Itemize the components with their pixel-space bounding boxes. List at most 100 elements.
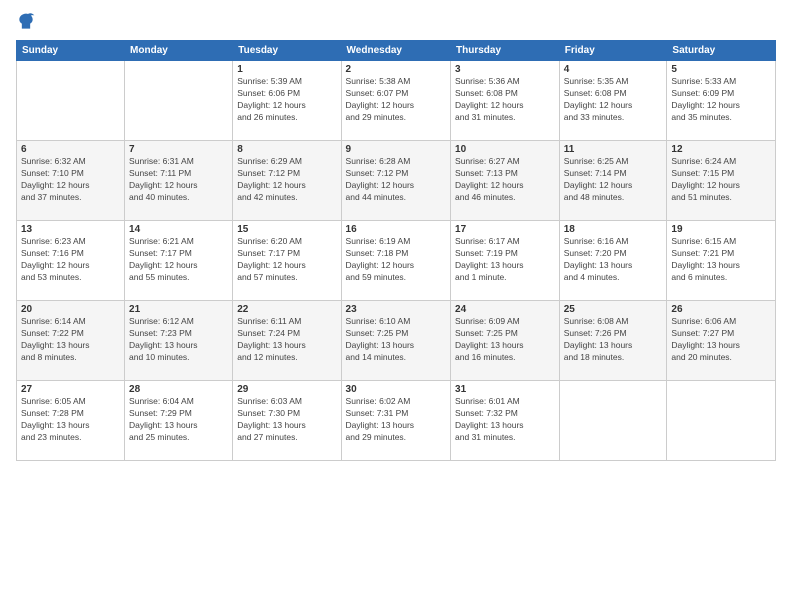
calendar-cell: 2Sunrise: 5:38 AM Sunset: 6:07 PM Daylig… [341,61,450,141]
day-number: 25 [564,304,663,315]
day-number: 5 [671,64,771,75]
day-number: 12 [671,144,771,155]
calendar-cell: 29Sunrise: 6:03 AM Sunset: 7:30 PM Dayli… [233,381,341,461]
calendar-cell: 4Sunrise: 5:35 AM Sunset: 6:08 PM Daylig… [559,61,667,141]
day-detail: Sunrise: 6:02 AM Sunset: 7:31 PM Dayligh… [346,396,446,444]
calendar-cell: 12Sunrise: 6:24 AM Sunset: 7:15 PM Dayli… [667,141,776,221]
day-detail: Sunrise: 6:01 AM Sunset: 7:32 PM Dayligh… [455,396,555,444]
calendar-cell: 16Sunrise: 6:19 AM Sunset: 7:18 PM Dayli… [341,221,450,301]
weekday-header-friday: Friday [559,41,667,61]
day-detail: Sunrise: 6:15 AM Sunset: 7:21 PM Dayligh… [671,236,771,284]
day-detail: Sunrise: 5:35 AM Sunset: 6:08 PM Dayligh… [564,76,663,124]
weekday-header-saturday: Saturday [667,41,776,61]
day-number: 14 [129,224,228,235]
calendar-cell: 18Sunrise: 6:16 AM Sunset: 7:20 PM Dayli… [559,221,667,301]
day-number: 23 [346,304,446,315]
calendar-cell: 10Sunrise: 6:27 AM Sunset: 7:13 PM Dayli… [451,141,560,221]
calendar-cell: 23Sunrise: 6:10 AM Sunset: 7:25 PM Dayli… [341,301,450,381]
calendar-week-row: 20Sunrise: 6:14 AM Sunset: 7:22 PM Dayli… [17,301,776,381]
day-number: 16 [346,224,446,235]
calendar-week-row: 1Sunrise: 5:39 AM Sunset: 6:06 PM Daylig… [17,61,776,141]
weekday-header-thursday: Thursday [451,41,560,61]
calendar-cell: 15Sunrise: 6:20 AM Sunset: 7:17 PM Dayli… [233,221,341,301]
day-detail: Sunrise: 6:27 AM Sunset: 7:13 PM Dayligh… [455,156,555,204]
weekday-header-tuesday: Tuesday [233,41,341,61]
day-number: 10 [455,144,555,155]
day-detail: Sunrise: 6:05 AM Sunset: 7:28 PM Dayligh… [21,396,120,444]
day-detail: Sunrise: 6:08 AM Sunset: 7:26 PM Dayligh… [564,316,663,364]
calendar-cell: 26Sunrise: 6:06 AM Sunset: 7:27 PM Dayli… [667,301,776,381]
day-detail: Sunrise: 6:21 AM Sunset: 7:17 PM Dayligh… [129,236,228,284]
calendar-cell: 11Sunrise: 6:25 AM Sunset: 7:14 PM Dayli… [559,141,667,221]
day-number: 13 [21,224,120,235]
calendar-cell: 14Sunrise: 6:21 AM Sunset: 7:17 PM Dayli… [125,221,233,301]
day-detail: Sunrise: 6:03 AM Sunset: 7:30 PM Dayligh… [237,396,336,444]
day-detail: Sunrise: 6:29 AM Sunset: 7:12 PM Dayligh… [237,156,336,204]
day-detail: Sunrise: 5:39 AM Sunset: 6:06 PM Dayligh… [237,76,336,124]
day-number: 27 [21,384,120,395]
day-detail: Sunrise: 5:38 AM Sunset: 6:07 PM Dayligh… [346,76,446,124]
calendar-cell: 25Sunrise: 6:08 AM Sunset: 7:26 PM Dayli… [559,301,667,381]
day-number: 22 [237,304,336,315]
calendar-cell: 6Sunrise: 6:32 AM Sunset: 7:10 PM Daylig… [17,141,125,221]
day-number: 17 [455,224,555,235]
calendar-cell: 24Sunrise: 6:09 AM Sunset: 7:25 PM Dayli… [451,301,560,381]
calendar-cell: 19Sunrise: 6:15 AM Sunset: 7:21 PM Dayli… [667,221,776,301]
day-number: 20 [21,304,120,315]
calendar-week-row: 6Sunrise: 6:32 AM Sunset: 7:10 PM Daylig… [17,141,776,221]
day-number: 6 [21,144,120,155]
calendar-cell: 28Sunrise: 6:04 AM Sunset: 7:29 PM Dayli… [125,381,233,461]
calendar-cell: 13Sunrise: 6:23 AM Sunset: 7:16 PM Dayli… [17,221,125,301]
weekday-header-row: SundayMondayTuesdayWednesdayThursdayFrid… [17,41,776,61]
day-detail: Sunrise: 6:17 AM Sunset: 7:19 PM Dayligh… [455,236,555,284]
day-number: 9 [346,144,446,155]
day-number: 2 [346,64,446,75]
day-number: 8 [237,144,336,155]
logo [16,12,40,32]
day-number: 15 [237,224,336,235]
calendar-week-row: 27Sunrise: 6:05 AM Sunset: 7:28 PM Dayli… [17,381,776,461]
calendar-cell: 22Sunrise: 6:11 AM Sunset: 7:24 PM Dayli… [233,301,341,381]
day-detail: Sunrise: 6:11 AM Sunset: 7:24 PM Dayligh… [237,316,336,364]
calendar-cell: 30Sunrise: 6:02 AM Sunset: 7:31 PM Dayli… [341,381,450,461]
day-detail: Sunrise: 6:32 AM Sunset: 7:10 PM Dayligh… [21,156,120,204]
page: SundayMondayTuesdayWednesdayThursdayFrid… [0,0,792,612]
calendar-week-row: 13Sunrise: 6:23 AM Sunset: 7:16 PM Dayli… [17,221,776,301]
calendar-cell: 17Sunrise: 6:17 AM Sunset: 7:19 PM Dayli… [451,221,560,301]
header [16,12,776,32]
day-detail: Sunrise: 6:10 AM Sunset: 7:25 PM Dayligh… [346,316,446,364]
day-number: 7 [129,144,228,155]
day-number: 28 [129,384,228,395]
calendar-cell [125,61,233,141]
calendar-cell [667,381,776,461]
weekday-header-sunday: Sunday [17,41,125,61]
day-detail: Sunrise: 6:19 AM Sunset: 7:18 PM Dayligh… [346,236,446,284]
day-detail: Sunrise: 6:31 AM Sunset: 7:11 PM Dayligh… [129,156,228,204]
calendar-cell [559,381,667,461]
day-number: 1 [237,64,336,75]
day-detail: Sunrise: 6:12 AM Sunset: 7:23 PM Dayligh… [129,316,228,364]
calendar-cell: 21Sunrise: 6:12 AM Sunset: 7:23 PM Dayli… [125,301,233,381]
day-number: 21 [129,304,228,315]
calendar-cell: 8Sunrise: 6:29 AM Sunset: 7:12 PM Daylig… [233,141,341,221]
day-detail: Sunrise: 6:20 AM Sunset: 7:17 PM Dayligh… [237,236,336,284]
day-number: 31 [455,384,555,395]
day-number: 11 [564,144,663,155]
day-detail: Sunrise: 6:23 AM Sunset: 7:16 PM Dayligh… [21,236,120,284]
calendar-cell: 20Sunrise: 6:14 AM Sunset: 7:22 PM Dayli… [17,301,125,381]
day-number: 4 [564,64,663,75]
calendar-cell: 7Sunrise: 6:31 AM Sunset: 7:11 PM Daylig… [125,141,233,221]
calendar-cell: 5Sunrise: 5:33 AM Sunset: 6:09 PM Daylig… [667,61,776,141]
calendar-cell: 3Sunrise: 5:36 AM Sunset: 6:08 PM Daylig… [451,61,560,141]
day-number: 24 [455,304,555,315]
day-number: 26 [671,304,771,315]
day-number: 29 [237,384,336,395]
calendar-cell: 9Sunrise: 6:28 AM Sunset: 7:12 PM Daylig… [341,141,450,221]
calendar-cell: 31Sunrise: 6:01 AM Sunset: 7:32 PM Dayli… [451,381,560,461]
calendar-table: SundayMondayTuesdayWednesdayThursdayFrid… [16,40,776,461]
day-detail: Sunrise: 6:25 AM Sunset: 7:14 PM Dayligh… [564,156,663,204]
day-number: 3 [455,64,555,75]
day-number: 19 [671,224,771,235]
calendar-cell [17,61,125,141]
calendar-cell: 1Sunrise: 5:39 AM Sunset: 6:06 PM Daylig… [233,61,341,141]
